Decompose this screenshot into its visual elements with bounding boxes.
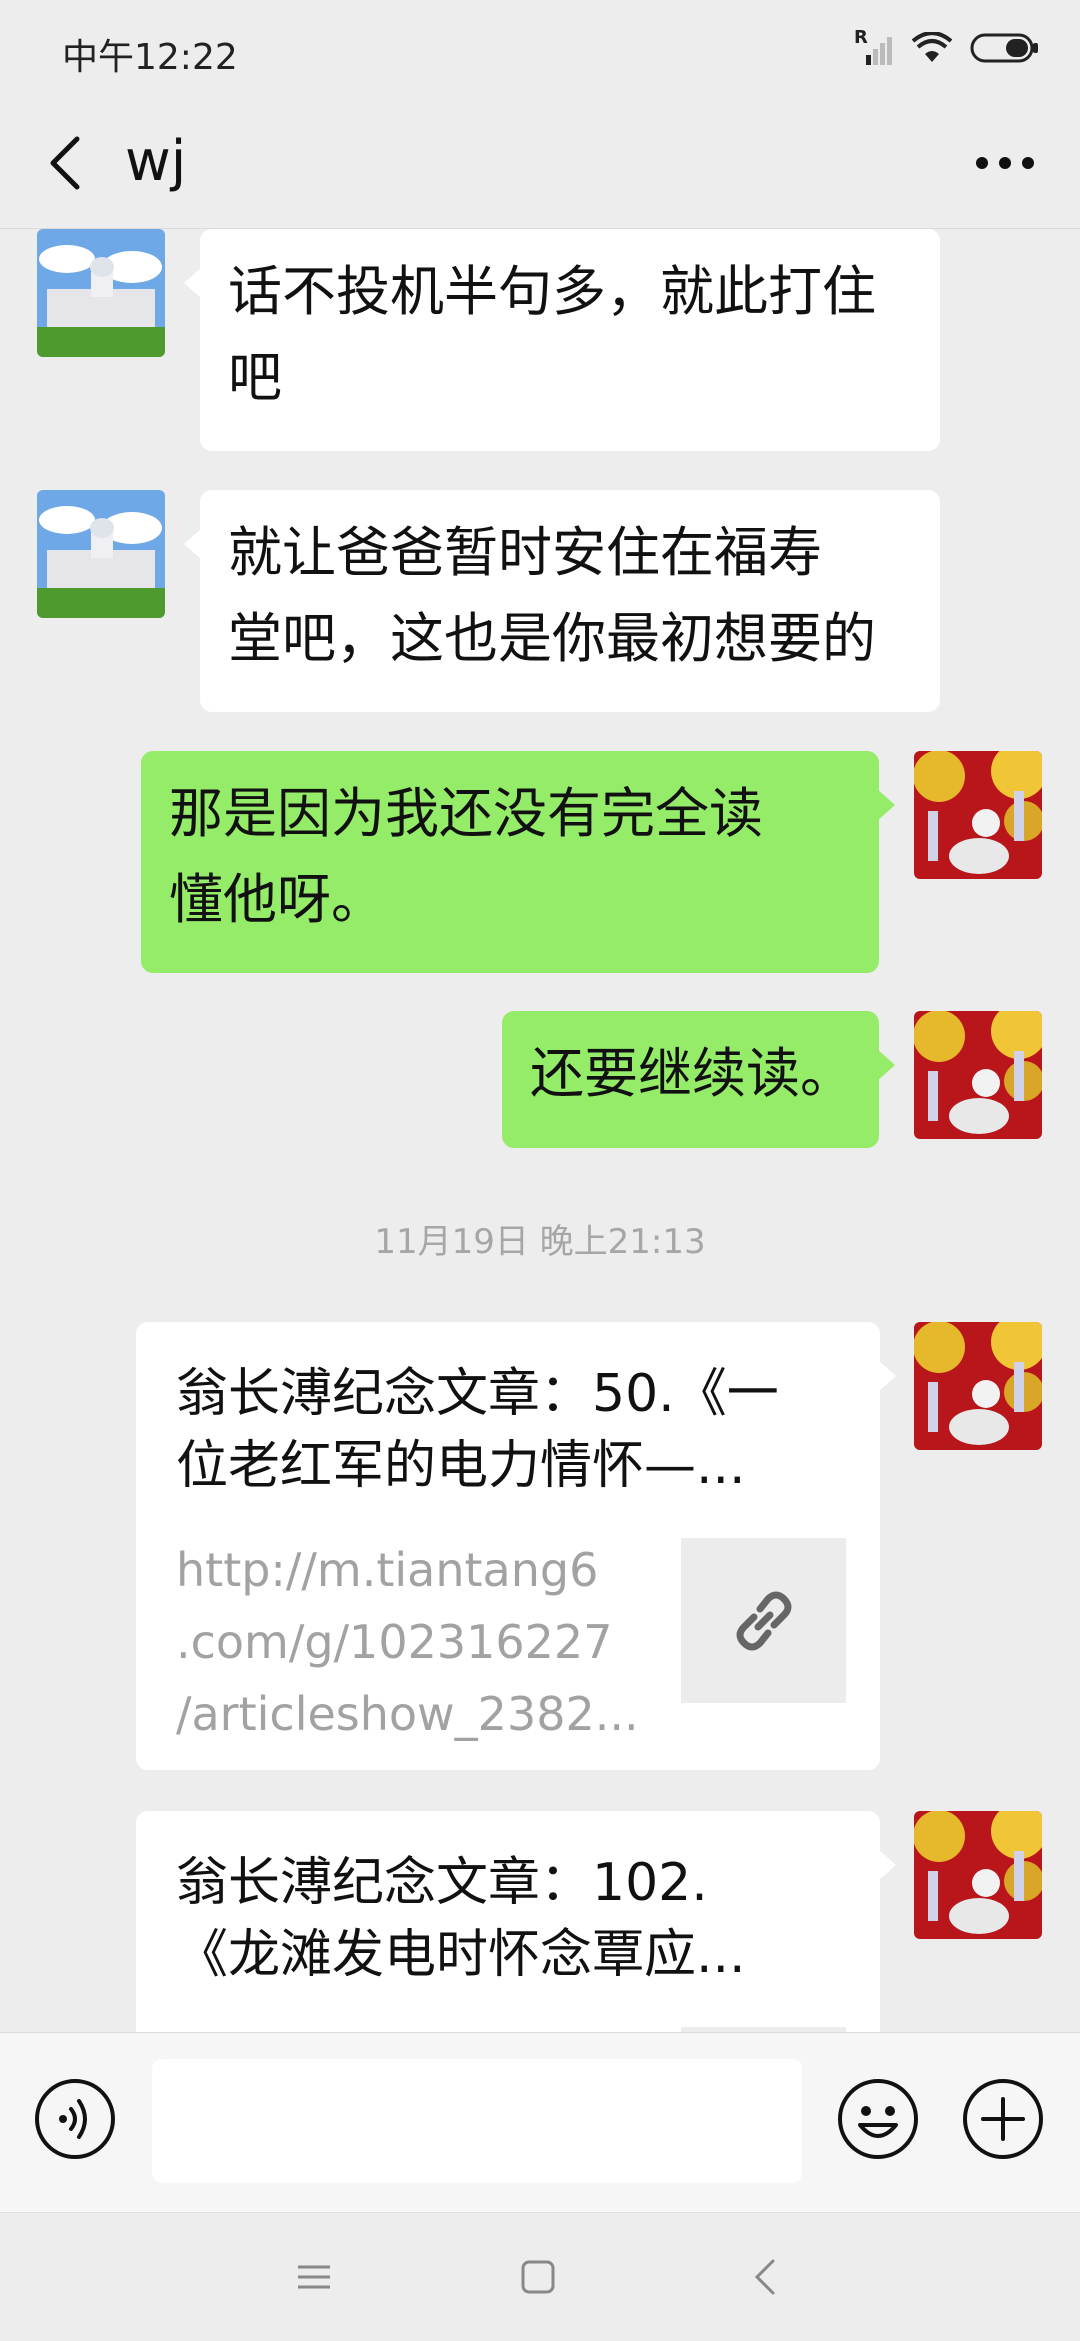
- system-nav-bar: [0, 2212, 1080, 2341]
- back-nav-button[interactable]: [730, 2247, 800, 2307]
- input-bar: [0, 2032, 1080, 2213]
- message-input[interactable]: [152, 2059, 802, 2183]
- link-url-line: /articleshow_2382...: [176, 1687, 639, 1741]
- back-button[interactable]: [30, 118, 100, 208]
- link-url: http://m.tiantang6 .com/g/102316227 /art…: [176, 1534, 656, 1750]
- status-icons: R: [854, 27, 1040, 72]
- link-title-line: 翁长溥纪念文章：50.《一: [176, 1364, 779, 1424]
- back-nav-icon: [754, 2259, 775, 2295]
- link-title-line: 位老红军的电力情怀—...: [176, 1436, 746, 1496]
- plus-icon: [963, 2079, 1043, 2159]
- contact-avatar[interactable]: [37, 490, 165, 618]
- message-line: 话不投机半句多，就此打住: [228, 260, 876, 323]
- emoji-icon: [838, 2079, 918, 2159]
- message-line: 还要继续读。: [530, 1042, 854, 1105]
- chevron-left-icon: [50, 136, 80, 190]
- chat-timestamp: 11月19日 晚上21:13: [374, 1222, 706, 1262]
- plus-button[interactable]: [961, 2077, 1045, 2161]
- message-line: 那是因为我还没有完全读: [169, 782, 763, 845]
- message-bubble[interactable]: 话不投机半句多，就此打住 吧: [184, 229, 940, 451]
- my-avatar[interactable]: [914, 1011, 1042, 1139]
- message-line: 堂吧，这也是你最初想要的: [228, 607, 876, 670]
- message-line: 懂他呀。: [169, 868, 385, 931]
- message-bubble[interactable]: 就让爸爸暂时安住在福寿 堂吧，这也是你最初想要的: [184, 490, 940, 712]
- my-avatar[interactable]: [914, 1322, 1042, 1450]
- more-button[interactable]: [960, 118, 1050, 208]
- more-dots-icon: [976, 157, 1034, 169]
- battery-icon: [970, 32, 1040, 68]
- link-url-line: http://m.tiantang6: [176, 1543, 599, 1597]
- link-card[interactable]: 翁长溥纪念文章：50.《一 位老红军的电力情怀—... http://m.tia…: [136, 1322, 896, 1770]
- link-icon: [736, 1591, 791, 1650]
- link-title-line: 翁长溥纪念文章：102.: [176, 1853, 708, 1913]
- home-button[interactable]: [503, 2247, 573, 2307]
- my-avatar[interactable]: [914, 1811, 1042, 1939]
- link-title-line: 《龙滩发电时怀念覃应...: [176, 1925, 746, 1985]
- voice-icon: [35, 2079, 115, 2159]
- status-time: 中午12:22: [62, 37, 238, 78]
- home-icon: [521, 2260, 555, 2294]
- link-card[interactable]: 翁长溥纪念文章：102. 《龙滩发电时怀念覃应...: [136, 1811, 896, 2032]
- message-line: 吧: [228, 346, 282, 409]
- voice-button[interactable]: [33, 2077, 117, 2161]
- emoji-button[interactable]: [836, 2077, 920, 2161]
- chat-header: wj: [0, 100, 1080, 229]
- wifi-icon: [911, 31, 953, 68]
- menu-icon: [298, 2265, 330, 2289]
- message-list[interactable]: 话不投机半句多，就此打住 吧 就让爸爸暂时安住在福寿 堂吧，这也是你最初想要的 …: [0, 229, 1080, 2032]
- link-title: 翁长溥纪念文章：50.《一 位老红军的电力情怀—...: [176, 1358, 844, 1502]
- message-line: 就让爸爸暂时安住在福寿: [228, 521, 822, 584]
- link-url-line: .com/g/102316227: [176, 1615, 613, 1669]
- message-bubble[interactable]: 还要继续读。: [502, 1011, 895, 1148]
- my-avatar[interactable]: [914, 751, 1042, 879]
- link-title: 翁长溥纪念文章：102. 《龙滩发电时怀念覃应...: [176, 1847, 844, 1991]
- status-bar: 中午12:22 R: [0, 0, 1080, 100]
- signal-icon: R: [854, 27, 894, 67]
- menu-button[interactable]: [279, 2247, 349, 2307]
- link-thumbnail: [681, 1538, 846, 1703]
- message-bubble[interactable]: 那是因为我还没有完全读 懂他呀。: [141, 751, 895, 973]
- chat-title: wj: [125, 129, 187, 194]
- contact-avatar[interactable]: [37, 229, 165, 357]
